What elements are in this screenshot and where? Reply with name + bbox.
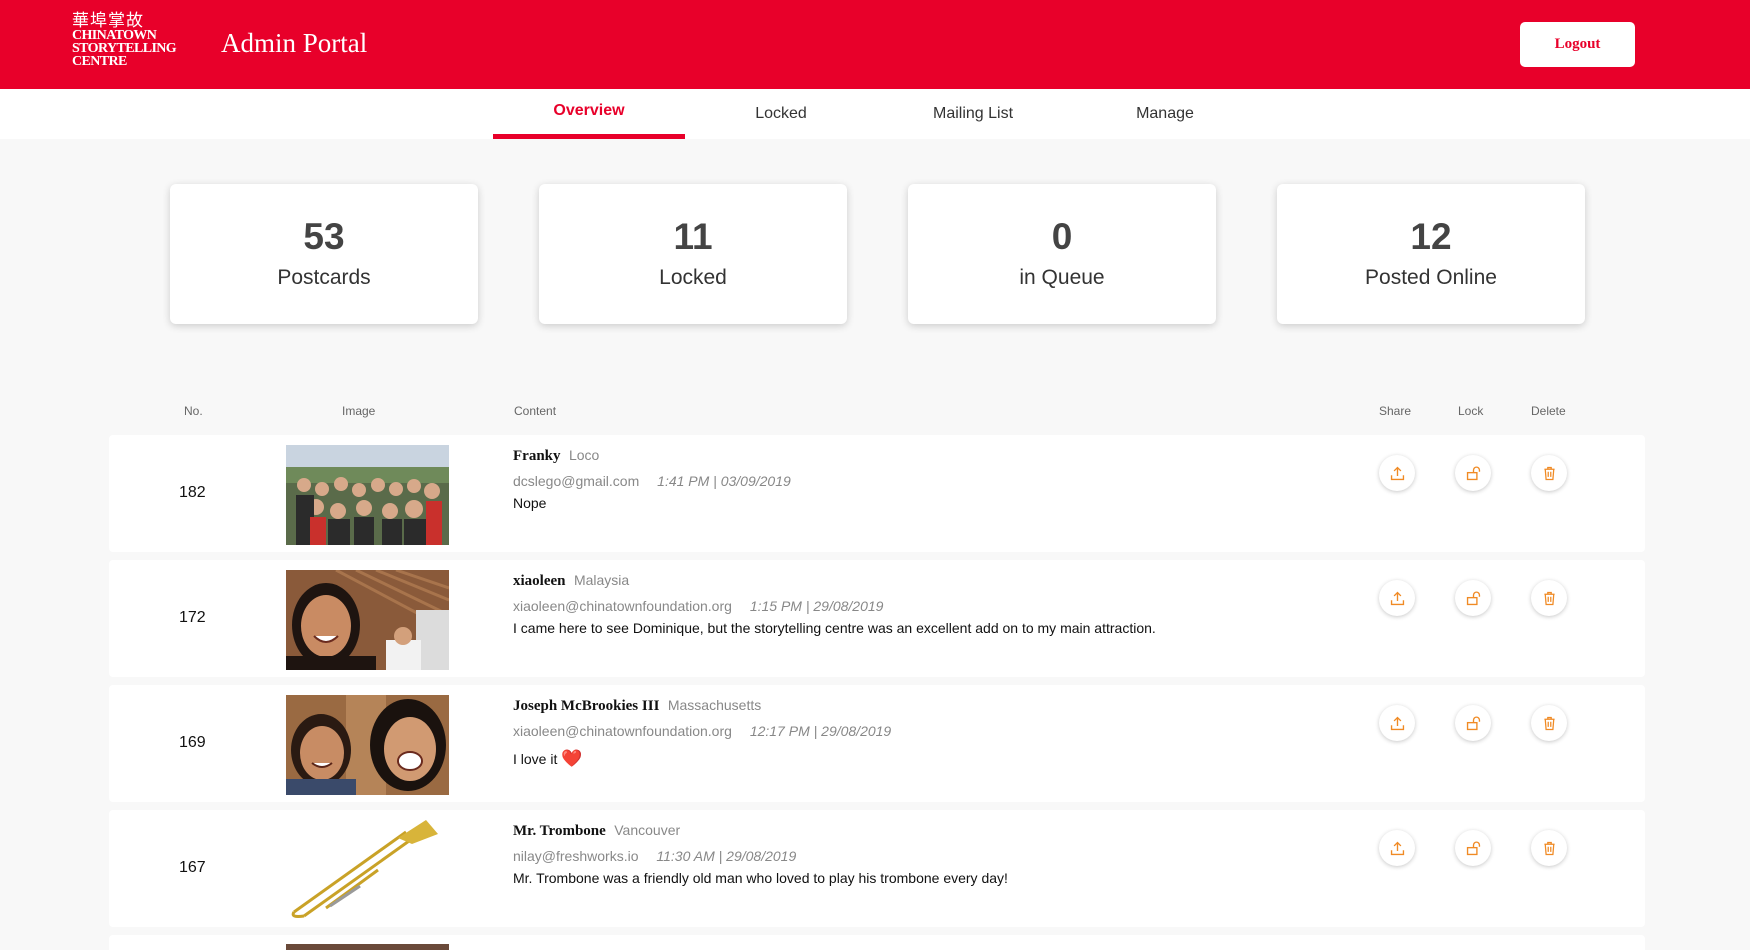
postcard-message: I love it	[513, 751, 558, 767]
share-button[interactable]	[1379, 580, 1415, 616]
column-header-share: Share	[1379, 404, 1412, 418]
lock-button[interactable]	[1455, 455, 1491, 491]
stat-label: in Queue	[1019, 266, 1105, 289]
postcard-email: xiaoleen@chinatownfoundation.org	[513, 598, 732, 614]
postcard-content: Franky Loco dcslego@gmail.com 1:41 PM | …	[513, 447, 1413, 511]
logo-line-3: CENTRE	[72, 54, 127, 69]
unlocked-padlock-icon	[1466, 841, 1480, 855]
table-row: 169 Joseph McBrookies III Massachusetts …	[109, 685, 1645, 802]
table-row: 182 Franky Loco dcslego@gmail.com 1:41 P…	[109, 435, 1645, 552]
postcard-content: Joseph McBrookies III Massachusetts xiao…	[513, 697, 1413, 769]
postcard-message: Mr. Trombone was a friendly old man who …	[513, 870, 1008, 886]
stat-card-in-queue: 0 in Queue	[908, 184, 1216, 324]
share-upload-icon	[1390, 591, 1404, 605]
column-header-no: No.	[184, 404, 203, 418]
share-button[interactable]	[1379, 705, 1415, 741]
column-header-lock: Lock	[1458, 404, 1484, 418]
tab-manage[interactable]: Manage	[1069, 89, 1261, 139]
table-row: 172 xiaoleen Malaysia xiaoleen@chinatown…	[109, 560, 1645, 677]
postcard-location: Malaysia	[573, 572, 630, 588]
row-number: 167	[179, 859, 206, 876]
tab-locked[interactable]: Locked	[685, 89, 877, 139]
stat-label: Locked	[659, 266, 727, 289]
postcard-email: xiaoleen@chinatownfoundation.org	[513, 723, 732, 739]
row-number: 182	[179, 484, 206, 501]
postcard-email: nilay@freshworks.io	[513, 848, 639, 864]
postcard-content: Mr. Trombone Vancouver nilay@freshworks.…	[513, 822, 1413, 886]
column-header-content: Content	[514, 404, 557, 418]
chinatown-storytelling-logo[interactable]: 華埠掌故 CHINATOWN STORYTELLING CENTRE	[72, 11, 198, 69]
unlocked-padlock-icon	[1466, 591, 1480, 605]
stat-value: 11	[673, 216, 713, 257]
stat-value: 0	[1051, 216, 1073, 257]
share-upload-icon	[1390, 841, 1404, 855]
postcard-image[interactable]	[286, 820, 449, 920]
postcard-timestamp: 1:15 PM | 29/08/2019	[749, 598, 884, 614]
heart-emoji-icon: ❤️	[561, 749, 583, 768]
trash-icon	[1543, 466, 1555, 480]
two-people-photo-thumbnail	[286, 695, 449, 795]
table-row	[109, 935, 1645, 950]
postcard-location: Massachusetts	[667, 697, 762, 713]
postcard-author: Mr. Trombone	[513, 823, 606, 839]
stat-label: Posted Online	[1365, 266, 1497, 289]
stat-card-locked: 11 Locked	[539, 184, 847, 324]
trash-icon	[1543, 841, 1555, 855]
selfie-photo-thumbnail	[286, 570, 449, 670]
stat-label: Postcards	[277, 266, 371, 289]
postcard-location: Loco	[568, 447, 600, 463]
delete-button[interactable]	[1531, 705, 1567, 741]
postcard-image[interactable]	[286, 445, 449, 545]
stat-card-posted-online: 12 Posted Online	[1277, 184, 1585, 324]
group-photo-thumbnail	[286, 445, 449, 545]
page-title: Admin Portal	[221, 28, 368, 58]
trash-icon	[1543, 591, 1555, 605]
tab-mailing-list[interactable]: Mailing List	[877, 89, 1069, 139]
tab-bar: Overview Locked Mailing List Manage	[0, 89, 1750, 139]
postcard-content: xiaoleen Malaysia xiaoleen@chinatownfoun…	[513, 572, 1413, 636]
postcard-author: xiaoleen	[513, 573, 566, 589]
column-header-delete: Delete	[1531, 404, 1566, 418]
logo-chinese-text: 華埠掌故	[72, 11, 144, 30]
share-button[interactable]	[1379, 830, 1415, 866]
trombone-photo-thumbnail	[286, 820, 449, 920]
stat-value: 12	[1410, 216, 1452, 257]
lock-button[interactable]	[1455, 830, 1491, 866]
postcard-message: I came here to see Dominique, but the st…	[513, 620, 1156, 636]
postcard-email: dcslego@gmail.com	[513, 473, 640, 489]
postcard-author: Franky	[513, 448, 561, 464]
unlocked-padlock-icon	[1466, 466, 1480, 480]
postcard-timestamp: 11:30 AM | 29/08/2019	[656, 848, 797, 864]
delete-button[interactable]	[1531, 580, 1567, 616]
share-upload-icon	[1390, 466, 1404, 480]
postcard-author: Joseph McBrookies III	[513, 698, 660, 714]
unlocked-padlock-icon	[1466, 716, 1480, 730]
lock-button[interactable]	[1455, 705, 1491, 741]
row-number: 172	[179, 609, 206, 626]
column-header-image: Image	[342, 404, 376, 418]
row-number: 169	[179, 734, 206, 751]
trash-icon	[1543, 716, 1555, 730]
postcard-timestamp: 12:17 PM | 29/08/2019	[749, 723, 892, 739]
header-bar: 華埠掌故 CHINATOWN STORYTELLING CENTRE Admin…	[0, 0, 1750, 89]
stat-card-postcards: 53 Postcards	[170, 184, 478, 324]
delete-button[interactable]	[1531, 455, 1567, 491]
lock-button[interactable]	[1455, 580, 1491, 616]
postcard-message: Nope	[513, 495, 547, 511]
logout-button[interactable]: Logout	[1520, 22, 1635, 67]
stat-value: 53	[303, 216, 345, 257]
delete-button[interactable]	[1531, 830, 1567, 866]
postcard-image[interactable]	[286, 695, 449, 795]
share-button[interactable]	[1379, 455, 1415, 491]
table-row: 167 Mr. Trombone Vancouver nilay@freshwo…	[109, 810, 1645, 927]
postcard-image[interactable]	[286, 944, 449, 950]
postcard-timestamp: 1:41 PM | 03/09/2019	[657, 473, 791, 489]
postcard-image[interactable]	[286, 570, 449, 670]
tab-overview[interactable]: Overview	[493, 89, 685, 139]
postcard-location: Vancouver	[614, 822, 681, 838]
share-upload-icon	[1390, 716, 1404, 730]
